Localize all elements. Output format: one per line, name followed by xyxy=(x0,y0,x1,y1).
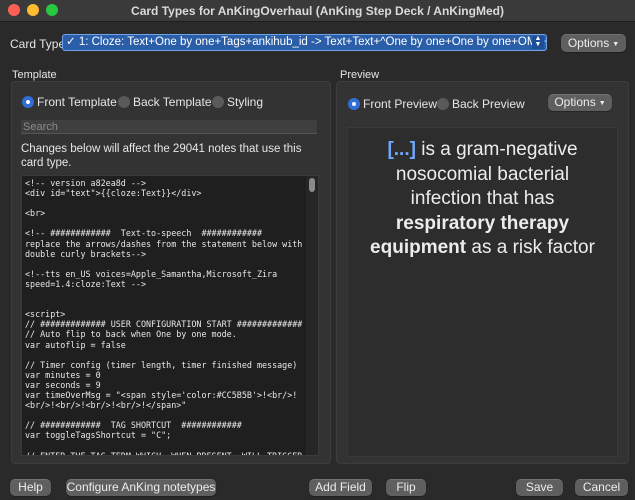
preview-text-part-1: is a gram-negative nosocomial bacterial … xyxy=(395,139,578,209)
back-preview-label[interactable]: Back Preview xyxy=(452,97,525,111)
configure-anking-notetypes-button[interactable]: Configure AnKing notetypes xyxy=(66,479,216,496)
affected-notes-notice: Changes below will affect the 29041 note… xyxy=(21,143,302,169)
card-type-selected-value: ✓ 1: Cloze: Text+One by one+Tags+ankihub… xyxy=(66,36,547,48)
cancel-button[interactable]: Cancel xyxy=(575,479,628,496)
back-template-label[interactable]: Back Template xyxy=(133,95,212,109)
chevron-down-icon: ▼ xyxy=(598,100,606,107)
search-input[interactable]: Search xyxy=(21,120,317,134)
preview-section-label: Preview xyxy=(340,69,380,81)
card-type-label: Card Type: xyxy=(10,37,69,51)
add-field-button[interactable]: Add Field xyxy=(309,479,372,496)
styling-radio[interactable] xyxy=(212,96,224,108)
front-template-radio[interactable] xyxy=(22,96,34,108)
save-button[interactable]: Save xyxy=(516,479,563,496)
cloze-placeholder: [...] xyxy=(387,139,416,160)
window-title: Card Types for AnKingOverhaul (AnKing St… xyxy=(131,4,504,18)
card-type-select[interactable]: ✓ 1: Cloze: Text+One by one+Tags+ankihub… xyxy=(62,34,547,51)
styling-label[interactable]: Styling xyxy=(227,95,263,109)
template-section-label: Template xyxy=(12,69,57,81)
code-scrollbar[interactable] xyxy=(309,178,315,192)
help-button[interactable]: Help xyxy=(10,479,51,496)
title-bar: Card Types for AnKingOverhaul (AnKing St… xyxy=(0,0,635,22)
select-arrows-icon: ▲ ▼ xyxy=(532,35,544,49)
front-preview-radio[interactable] xyxy=(348,98,360,110)
preview-options-button[interactable]: Options ▼ xyxy=(548,94,612,111)
back-template-radio[interactable] xyxy=(118,96,130,108)
options-button-label: Options xyxy=(567,36,610,50)
code-scroll-track[interactable] xyxy=(306,176,318,455)
template-code[interactable]: <!-- version a82ea8d --> <div id="text">… xyxy=(22,176,318,455)
flip-button[interactable]: Flip xyxy=(386,479,426,496)
front-template-label[interactable]: Front Template xyxy=(37,95,117,109)
chevron-down-icon: ▼ xyxy=(612,41,620,48)
card-type-options-button[interactable]: Options ▼ xyxy=(561,34,626,52)
front-preview-label[interactable]: Front Preview xyxy=(363,97,437,111)
preview-options-label: Options xyxy=(554,95,596,109)
preview-text-part-2: as a risk factor xyxy=(466,237,595,258)
template-code-editor[interactable]: <!-- version a82ea8d --> <div id="text">… xyxy=(21,175,319,456)
back-preview-radio[interactable] xyxy=(437,98,449,110)
card-preview: [...] is a gram-negative nosocomial bact… xyxy=(347,127,618,457)
